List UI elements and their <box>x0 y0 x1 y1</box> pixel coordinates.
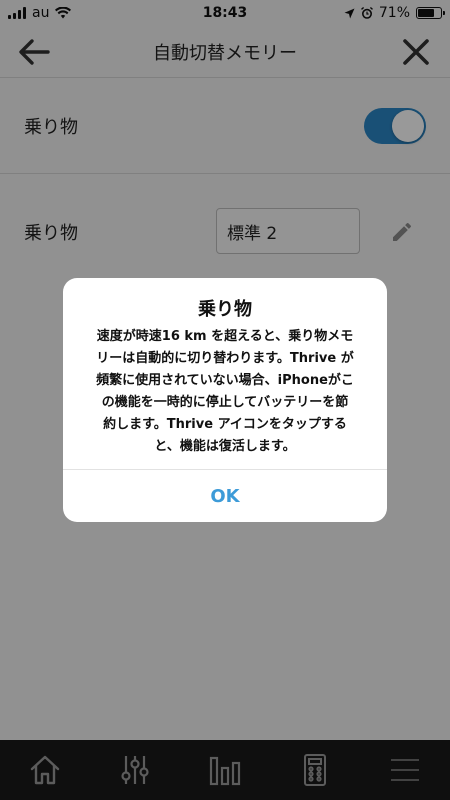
dialog-message-line: の機能を一時的に停止してバッテリーを節 <box>101 395 349 410</box>
dialog-message: 速度が時速16 km を超えると、乗り物メモ リーは自動的に切り替わります。Th… <box>79 326 371 458</box>
ok-button[interactable]: OK <box>63 470 387 522</box>
dialog-message-line: 速度が時速16 km を超えると、乗り物メモ <box>96 329 354 344</box>
dialog-message-line: と、機能は復活します。 <box>154 439 296 454</box>
dialog-message-line: 約します。Thrive アイコンをタップする <box>103 417 347 432</box>
dialog-message-line: 頻繁に使用されていない場合、iPhoneがこ <box>96 373 354 388</box>
dialog-message-line: リーは自動的に切り替わります。Thrive が <box>96 351 354 366</box>
dialog-title: 乗り物 <box>198 299 252 320</box>
dialog-body: 乗り物 速度が時速16 km を超えると、乗り物メモ リーは自動的に切り替わりま… <box>63 278 387 458</box>
alert-dialog: 乗り物 速度が時速16 km を超えると、乗り物メモ リーは自動的に切り替わりま… <box>63 278 387 522</box>
